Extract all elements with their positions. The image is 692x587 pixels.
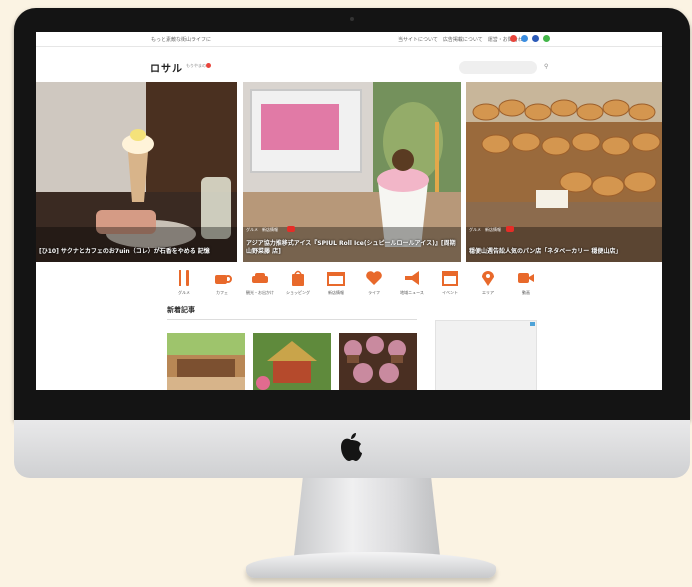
article-thumb-1[interactable] — [167, 333, 245, 390]
car-icon — [252, 273, 268, 283]
hero-card-1[interactable]: [ひ10] サクナとカフェのお7uin（コレ）が石香をやめる 記憶 — [36, 82, 237, 262]
category-video[interactable]: 動画 — [509, 266, 543, 300]
twitter-icon[interactable] — [521, 35, 528, 42]
hero-tags-2: グルメ 新店情報 — [246, 227, 278, 232]
category-label: カフェ — [216, 290, 228, 295]
browser-screen: もっと素敵な街山ライフに 当サイトについて 広告掲載について 運営・お問合わせ … — [36, 32, 662, 390]
site-logo[interactable]: ロサル — [150, 60, 183, 75]
site-header: ロサル もりやまの ⚲ — [36, 47, 662, 81]
fork-knife-icon — [179, 270, 189, 286]
youtube-badge-2 — [287, 226, 295, 232]
shopping-bag-icon — [292, 270, 304, 286]
category-cafe[interactable]: カフェ — [205, 266, 239, 300]
hero-card-2[interactable]: グルメ 新店情報 アジア協力推移式アイス『SPIUL Roll Ice(シュピー… — [243, 82, 461, 262]
category-shopping[interactable]: ショッピング — [281, 266, 315, 300]
line-icon[interactable] — [543, 35, 550, 42]
hero-caption-1[interactable]: [ひ10] サクナとカフェのお7uin（コレ）が石香をやめる 記憶 — [39, 248, 233, 256]
article-image-1 — [167, 333, 245, 390]
hero-image-3 — [466, 82, 662, 262]
hero-image-2 — [243, 82, 461, 262]
instagram-icon[interactable] — [510, 35, 517, 42]
shop-icon — [327, 272, 345, 286]
video-camera-icon — [518, 273, 534, 283]
hero-caption-2[interactable]: アジア協力推移式アイス『SPIUL Roll Ice(シュピールロールアイス)』… — [246, 240, 457, 256]
search-input[interactable] — [459, 61, 537, 74]
category-label: イベント — [442, 290, 458, 295]
site-tagline: もっと素敵な街山ライフに — [151, 37, 212, 43]
hero-image-1 — [36, 82, 237, 262]
map-pin-icon — [482, 271, 494, 286]
logo-dot — [206, 63, 211, 68]
hero-card-3[interactable]: グルメ 新店情報 穏便山週告訟人気のパン店「ネタベーカリー 穏便山店」 — [466, 82, 662, 262]
category-outing[interactable]: 観光・お出かけ — [243, 266, 277, 300]
coffee-cup-icon — [215, 275, 232, 284]
imac-stand — [294, 478, 440, 556]
article-thumb-2[interactable] — [253, 333, 331, 390]
article-image-3 — [339, 333, 417, 390]
camera-dot — [350, 17, 354, 21]
imac-chin — [14, 420, 690, 478]
article-image-2 — [253, 333, 331, 390]
category-label: 動画 — [522, 290, 530, 295]
top-bar: もっと素敵な街山ライフに 当サイトについて 広告掲載について 運営・お問合わせ — [36, 32, 662, 47]
category-gourmet[interactable]: グルメ — [167, 266, 201, 300]
category-label: 新店情報 — [328, 290, 344, 295]
site-logo-sub: もりやまの — [186, 63, 206, 68]
section-divider — [167, 319, 417, 320]
apple-logo-icon — [341, 433, 362, 461]
advertisement-box[interactable] — [435, 320, 537, 390]
category-event[interactable]: イベント — [433, 266, 467, 300]
category-new-shop[interactable]: 新店情報 — [319, 266, 353, 300]
heart-icon — [366, 271, 382, 285]
category-label: グルメ — [178, 290, 190, 295]
category-news[interactable]: 地域ニュース — [395, 266, 429, 300]
megaphone-icon — [405, 271, 419, 285]
top-links[interactable]: 当サイトについて 広告掲載について 運営・お問合わせ — [398, 36, 528, 43]
section-title: 新着記事 — [167, 306, 195, 314]
article-thumb-3[interactable] — [339, 333, 417, 390]
ad-choices-icon[interactable] — [530, 322, 535, 326]
imac-base — [246, 552, 496, 578]
youtube-badge-3 — [506, 226, 514, 232]
category-life[interactable]: ライフ — [357, 266, 391, 300]
hero-caption-3[interactable]: 穏便山週告訟人気のパン店「ネタベーカリー 穏便山店」 — [469, 248, 658, 256]
search-icon[interactable]: ⚲ — [544, 63, 548, 70]
category-label: ショッピング — [286, 290, 310, 295]
category-label: エリア — [482, 290, 494, 295]
category-area[interactable]: エリア — [471, 266, 505, 300]
category-label: 地域ニュース — [400, 290, 424, 295]
hero-tags-3: グルメ 新店情報 — [469, 227, 501, 232]
category-label: ライフ — [368, 290, 380, 295]
category-label: 観光・お出かけ — [246, 290, 274, 295]
facebook-icon[interactable] — [532, 35, 539, 42]
calendar-icon — [442, 271, 458, 286]
